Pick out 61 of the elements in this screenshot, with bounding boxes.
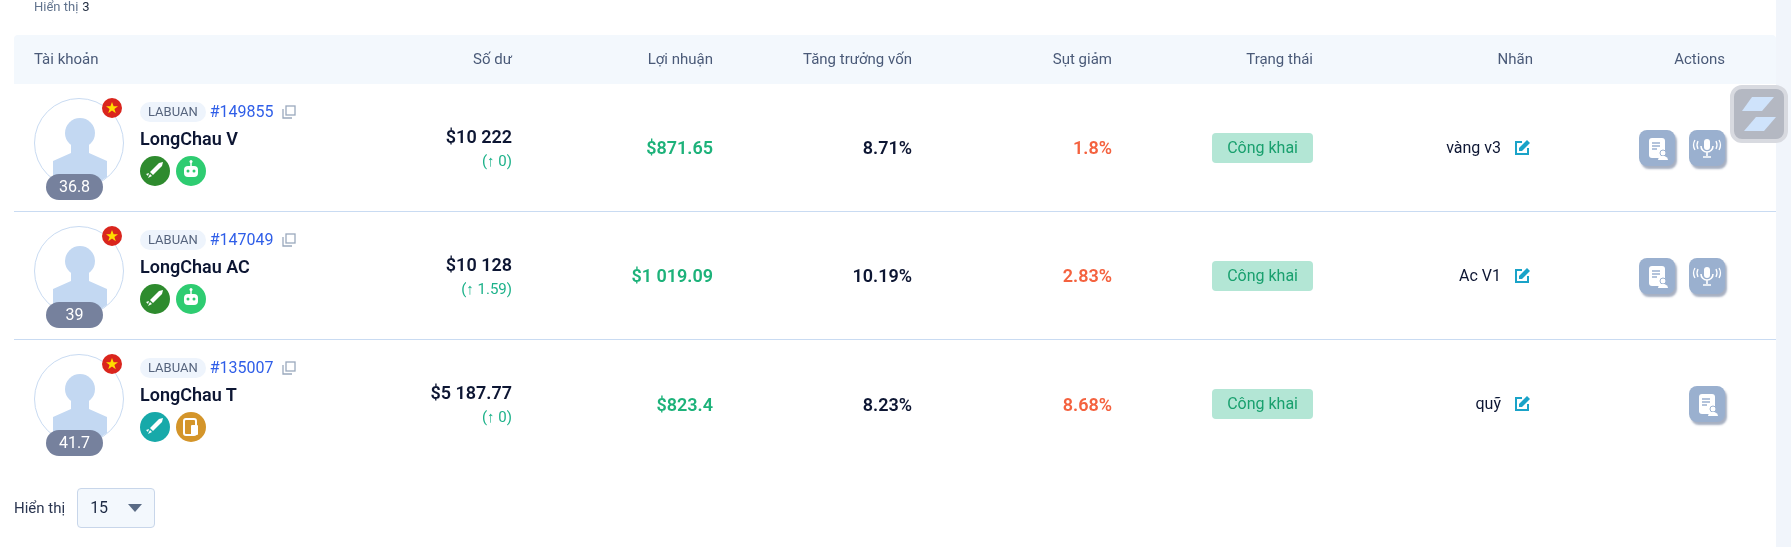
copy-icon[interactable]: [281, 232, 296, 247]
account-id-link[interactable]: #135007: [209, 356, 274, 380]
server-tag: LABUAN: [140, 101, 206, 122]
profit: $823.4: [656, 393, 713, 415]
floating-widget-icon[interactable]: [1730, 85, 1788, 143]
copy-icon[interactable]: [281, 361, 296, 375]
column-header: Actions: [1674, 50, 1725, 69]
caret-icon: [128, 504, 143, 512]
score-badge: 36.8: [46, 173, 103, 200]
account-name: LongChau AC: [140, 255, 251, 278]
growth: 10.19%: [852, 265, 912, 286]
column-header: Lợi nhuận: [647, 50, 713, 69]
profit: $1 019.09: [631, 265, 713, 286]
flag-icon: [102, 97, 122, 118]
column-header: Tăng trưởng vốn: [803, 50, 912, 69]
drawdown: 2.83%: [1062, 265, 1112, 286]
column-header: Tài khoản: [34, 50, 99, 69]
score-badge: 39: [46, 301, 103, 328]
drawdown: 8.68%: [1062, 393, 1112, 415]
balance-change: (↑ 1.59): [461, 278, 512, 300]
balance: $10 128: [445, 252, 512, 277]
account-name: LongChau T: [140, 384, 238, 406]
edit-icon[interactable]: [1513, 138, 1531, 157]
account-id-link[interactable]: #149855: [209, 99, 274, 124]
flag-icon: [102, 354, 122, 374]
account-name: LongChau V: [140, 127, 239, 150]
score-badge: 41.7: [46, 430, 103, 456]
report-button[interactable]: [1639, 257, 1675, 294]
report-button[interactable]: [1639, 129, 1675, 166]
page-size-label: Hiển thị: [14, 497, 66, 519]
copy-icon[interactable]: [281, 104, 296, 119]
status-badge: Công khai: [1212, 260, 1313, 291]
balance: $10 222: [445, 124, 512, 149]
label-text: Ac V1: [1459, 264, 1501, 287]
growth: 8.71%: [862, 137, 912, 158]
status-badge: Công khai: [1212, 132, 1313, 163]
label-text: vàng v3: [1446, 136, 1501, 159]
page-size-select[interactable]: 15: [77, 488, 156, 528]
column-header: Sụt giảm: [1052, 50, 1112, 69]
summary-label: Hiển thị: [34, 0, 79, 14]
edit-icon[interactable]: [1513, 266, 1531, 285]
balance-change: (↑ 0): [482, 407, 512, 429]
profit: $871.65: [646, 137, 713, 158]
flag-icon: [102, 225, 122, 246]
microphone-button[interactable]: [1689, 129, 1725, 166]
column-header: Trạng thái: [1246, 50, 1313, 69]
account-id-link[interactable]: #147049: [209, 227, 274, 252]
label-text: quỹ: [1475, 393, 1501, 415]
drawdown: 1.8%: [1073, 137, 1112, 158]
server-tag: LABUAN: [140, 229, 206, 250]
server-tag: LABUAN: [140, 358, 206, 378]
report-button[interactable]: [1689, 386, 1725, 422]
growth: 8.23%: [862, 393, 912, 415]
status-badge: Công khai: [1212, 389, 1313, 419]
edit-icon[interactable]: [1513, 395, 1531, 413]
column-header: Nhãn: [1497, 50, 1533, 69]
column-header: Số dư: [473, 50, 512, 69]
balance: $5 187.77: [430, 381, 512, 406]
summary-count: 3: [82, 0, 90, 14]
balance-change: (↑ 0): [482, 150, 512, 172]
microphone-button[interactable]: [1689, 257, 1725, 294]
